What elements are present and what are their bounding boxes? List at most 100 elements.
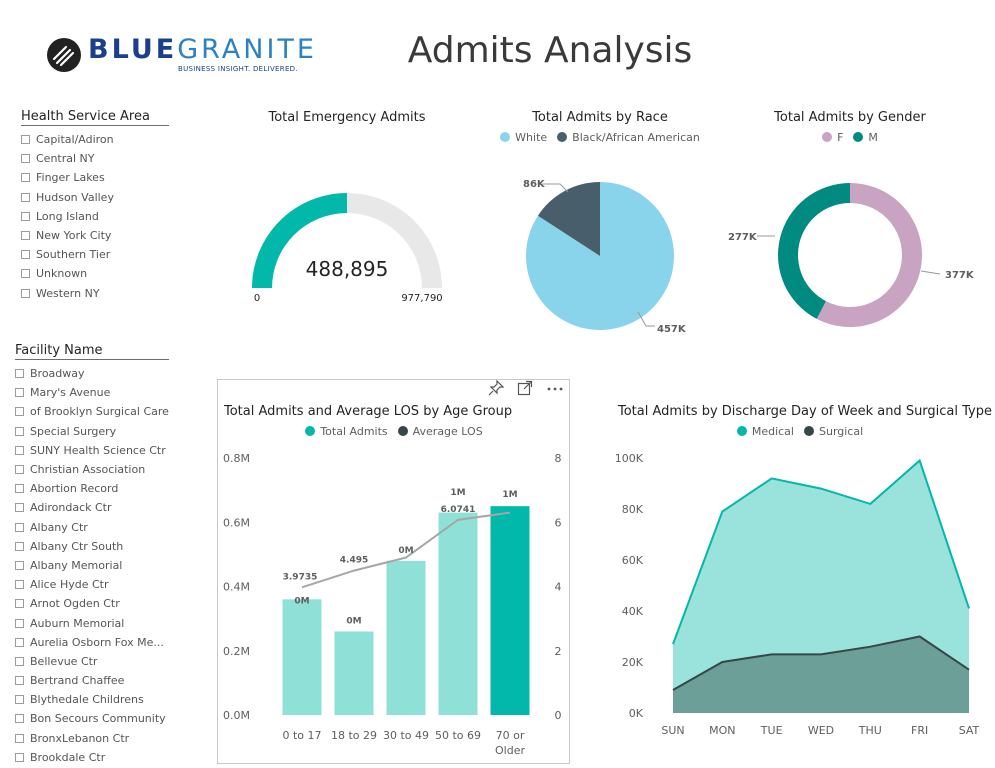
slicer-item[interactable]: Long Island xyxy=(21,207,169,226)
gauge-chart[interactable]: 488,895 0 977,790 xyxy=(237,180,457,310)
checkbox[interactable] xyxy=(21,288,30,298)
slicer-item[interactable]: Blythedale Childrens xyxy=(15,690,169,709)
checkbox[interactable] xyxy=(21,211,30,221)
slicer-item[interactable]: Central NY xyxy=(21,149,169,168)
slicer-item[interactable]: Christian Association xyxy=(15,460,169,479)
y-axis-tick-label: 0.2M xyxy=(223,645,250,658)
slicer-item[interactable]: Abortion Record xyxy=(15,479,169,498)
leader-line-f xyxy=(920,270,941,275)
bar-total-admits[interactable] xyxy=(438,512,478,715)
slicer-item[interactable]: Auburn Memorial xyxy=(15,613,169,632)
gender-visual[interactable]: Total Admits by Gender F M xyxy=(740,110,960,144)
checkbox[interactable] xyxy=(15,560,24,570)
legend: Total Admits Average LOS xyxy=(219,425,569,438)
slicer-item[interactable]: Southern Tier xyxy=(21,245,169,264)
checkbox[interactable] xyxy=(15,656,24,666)
slicer-item[interactable]: Bellevue Ctr xyxy=(15,652,169,671)
slicer-item[interactable]: Hudson Valley xyxy=(21,188,169,207)
legend-item-m[interactable]: M xyxy=(853,131,878,144)
slicer-health-service-area: Health Service Area Capital/Adiron Centra… xyxy=(21,109,169,303)
slicer-item-label: Alice Hyde Ctr xyxy=(30,578,109,592)
slicer-item[interactable]: SUNY Health Science Ctr xyxy=(15,441,169,460)
legend-item-f[interactable]: F xyxy=(822,131,843,144)
checkbox[interactable] xyxy=(15,599,24,609)
legend: Medical Surgical xyxy=(610,425,990,438)
slicer-item[interactable]: Aurelia Osborn Fox Me... xyxy=(15,633,169,652)
slicer-item[interactable]: Bon Secours Community xyxy=(15,709,169,728)
slicer-item[interactable]: Western NY xyxy=(21,284,169,303)
slicer-item[interactable]: Capital/Adiron xyxy=(21,130,169,149)
slicer-item[interactable]: New York City xyxy=(21,226,169,245)
more-options-icon[interactable] xyxy=(546,380,564,396)
slicer-item[interactable]: BronxLebanon Ctr xyxy=(15,729,169,748)
legend-item-black[interactable]: Black/African American xyxy=(557,131,700,144)
checkbox[interactable] xyxy=(15,676,24,686)
slicer-item[interactable]: Albany Ctr xyxy=(15,518,169,537)
checkbox[interactable] xyxy=(15,465,24,475)
checkbox[interactable] xyxy=(15,618,24,628)
slicer-item[interactable]: of Brooklyn Surgical Care xyxy=(15,402,169,421)
slicer-item[interactable]: Brookdale Ctr xyxy=(15,748,169,767)
slicer-item[interactable]: Finger Lakes xyxy=(21,168,169,187)
checkbox[interactable] xyxy=(15,484,24,494)
legend-item-white[interactable]: White xyxy=(500,131,547,144)
age-combo-chart[interactable]: 0.8M 0.6M 0.4M 0.2M 0.0M 8 6 4 2 0 0 to 17 18 to 29… xyxy=(218,445,568,763)
checkbox[interactable] xyxy=(15,388,24,398)
checkbox[interactable] xyxy=(15,695,24,705)
race-pie-chart[interactable]: 86K 457K xyxy=(490,170,700,345)
gender-donut-chart[interactable]: 277K 377K xyxy=(720,170,990,340)
slicer-item[interactable]: Special Surgery xyxy=(15,422,169,441)
checkbox[interactable] xyxy=(15,369,24,379)
data-label-m: 277K xyxy=(728,232,758,243)
slicer-item[interactable]: Albany Memorial xyxy=(15,556,169,575)
x-axis-tick-label: Older xyxy=(495,744,525,757)
checkbox[interactable] xyxy=(21,250,30,260)
bar-total-admits[interactable] xyxy=(282,599,322,715)
day-area-chart[interactable]: 100K 80K 60K 40K 20K 0K SUN MON TUE WED THU FRI SAT xyxy=(605,445,993,745)
checkbox[interactable] xyxy=(15,522,24,532)
slicer-item[interactable]: Mary's Avenue xyxy=(15,383,169,402)
pin-icon[interactable] xyxy=(488,380,504,396)
checkbox[interactable] xyxy=(21,231,30,241)
slicer-title: Facility Name xyxy=(15,343,169,360)
y-axis-tick-label: 60K xyxy=(622,554,644,567)
bar-total-admits[interactable] xyxy=(334,631,374,715)
slicer-item-label: Southern Tier xyxy=(36,248,111,262)
checkbox[interactable] xyxy=(15,733,24,743)
slicer-item-label: Aurelia Osborn Fox Me... xyxy=(30,635,164,649)
slicer-item[interactable]: Adirondack Ctr xyxy=(15,498,169,517)
slicer-item[interactable]: Arnot Ogden Ctr xyxy=(15,594,169,613)
slicer-item[interactable]: Bertrand Chaffee xyxy=(15,671,169,690)
bar-total-admits[interactable] xyxy=(490,506,530,715)
legend-item-total-admits[interactable]: Total Admits xyxy=(305,425,388,438)
checkbox[interactable] xyxy=(21,192,30,202)
data-label-total-admits: 0M xyxy=(294,596,309,606)
checkbox[interactable] xyxy=(21,269,30,279)
checkbox[interactable] xyxy=(15,714,24,724)
checkbox[interactable] xyxy=(21,135,30,145)
checkbox[interactable] xyxy=(21,154,30,164)
slicer-item[interactable]: Broadway xyxy=(15,364,169,383)
checkbox[interactable] xyxy=(15,426,24,436)
slicer-item[interactable]: Unknown xyxy=(21,264,169,283)
checkbox[interactable] xyxy=(15,503,24,513)
legend-item-surgical[interactable]: Surgical xyxy=(803,425,863,438)
checkbox[interactable] xyxy=(15,407,24,417)
legend-item-average-los[interactable]: Average LOS xyxy=(397,425,483,438)
legend-item-medical[interactable]: Medical xyxy=(736,425,794,438)
checkbox[interactable] xyxy=(15,580,24,590)
y-axis-tick-label: 40K xyxy=(622,605,644,618)
slicer-item[interactable]: Albany Ctr South xyxy=(15,537,169,556)
y-axis-tick-label: 0.0M xyxy=(223,709,250,722)
race-visual[interactable]: Total Admits by Race White Black/African… xyxy=(480,110,720,144)
checkbox[interactable] xyxy=(15,445,24,455)
gauge-visual[interactable]: Total Emergency Admits xyxy=(237,110,457,125)
data-label-f: 377K xyxy=(945,270,975,281)
checkbox[interactable] xyxy=(15,541,24,551)
bar-total-admits[interactable] xyxy=(386,560,426,715)
checkbox[interactable] xyxy=(21,173,30,183)
checkbox[interactable] xyxy=(15,752,24,762)
slicer-item[interactable]: Alice Hyde Ctr xyxy=(15,575,169,594)
checkbox[interactable] xyxy=(15,637,24,647)
focus-mode-icon[interactable] xyxy=(517,380,533,396)
